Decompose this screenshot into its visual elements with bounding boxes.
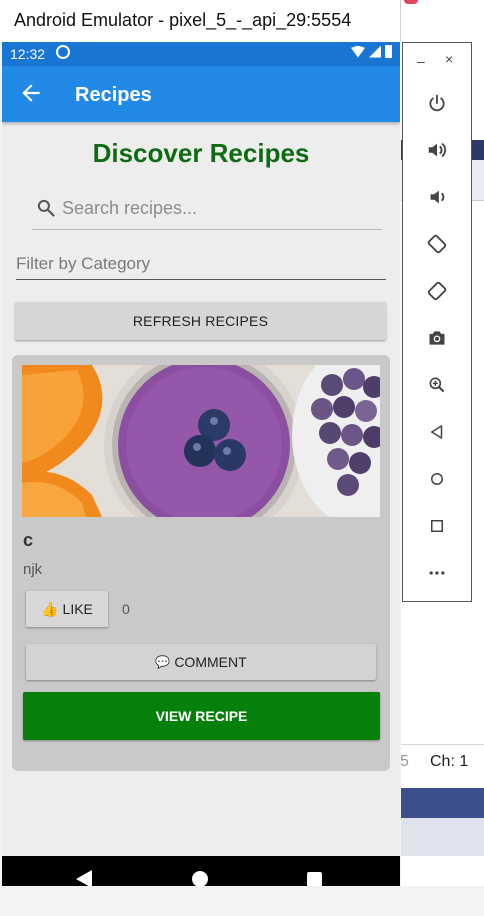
rotate-left-icon[interactable]	[425, 232, 449, 256]
view-recipe-button[interactable]: VIEW RECIPE	[23, 692, 380, 740]
zoom-icon[interactable]	[425, 373, 449, 397]
background-bottom	[400, 886, 484, 916]
nav-back-icon[interactable]	[76, 870, 92, 886]
nav-recents-icon[interactable]	[307, 872, 322, 886]
app-bar: Recipes	[2, 66, 400, 122]
recipe-card: c njk 👍 LIKE 0 💬 COMMENT VIEW RECIPE	[12, 355, 390, 771]
page-title: Discover Recipes	[92, 138, 310, 168]
app-bar-title: Recipes	[75, 84, 152, 106]
nav-home-icon[interactable]	[192, 871, 208, 886]
background-partial-text: 5	[400, 753, 409, 770]
battery-icon	[385, 45, 392, 58]
signal-icon	[369, 45, 381, 58]
recipe-name: c	[23, 530, 34, 550]
minimize-button[interactable]: –	[417, 53, 425, 69]
back-arrow-icon[interactable]	[18, 80, 44, 106]
like-label: LIKE	[62, 601, 93, 617]
background-red-control	[404, 0, 418, 4]
background-taskbar-band	[400, 788, 484, 818]
android-status-bar: 12:32	[2, 42, 400, 66]
refresh-recipes-button[interactable]: REFRESH RECIPES	[15, 302, 386, 340]
camera-icon[interactable]	[425, 326, 449, 350]
emulator-side-toolbar: – ×	[402, 42, 472, 602]
speech-bubble-icon: 💬	[155, 655, 171, 669]
emulator-title-bar[interactable]: Android Emulator - pixel_5_-_api_29:5554	[0, 0, 401, 42]
more-icon[interactable]	[425, 561, 449, 585]
category-filter-picker[interactable]: Filter by Category	[16, 250, 386, 280]
emulator-window: Android Emulator - pixel_5_-_api_29:5554…	[0, 0, 401, 916]
rotate-right-icon[interactable]	[425, 279, 449, 303]
like-count: 0	[122, 601, 130, 617]
recipe-description: njk	[23, 561, 43, 578]
status-time: 12:32	[10, 46, 46, 62]
sync-icon	[56, 45, 70, 59]
comment-label: COMMENT	[174, 654, 247, 670]
comment-button[interactable]: 💬 COMMENT	[26, 644, 376, 680]
phone-screen: 12:32 Recipes Discover Recipes Filter by	[2, 42, 400, 886]
overview-icon[interactable]	[425, 514, 449, 538]
background-status-bar: 5 Ch: 1	[400, 744, 484, 778]
recipe-image[interactable]	[22, 365, 380, 517]
status-icons	[351, 45, 392, 58]
search-bar[interactable]	[32, 192, 382, 230]
back-icon[interactable]	[425, 420, 449, 444]
close-button[interactable]: ×	[445, 51, 453, 67]
volume-down-icon[interactable]	[425, 185, 449, 209]
background-channel-text: Ch: 1	[430, 753, 469, 770]
thumbs-up-icon: 👍	[41, 600, 59, 617]
background-taskbar-panel	[400, 818, 484, 856]
smoothie-image	[22, 365, 380, 517]
power-icon[interactable]	[425, 91, 449, 115]
android-nav-bar	[2, 856, 400, 886]
emulator-title: Android Emulator - pixel_5_-_api_29:5554	[14, 10, 352, 30]
volume-up-icon[interactable]	[425, 138, 449, 162]
category-filter-label: Filter by Category	[16, 254, 151, 273]
like-button[interactable]: 👍 LIKE	[26, 591, 108, 627]
home-icon[interactable]	[425, 467, 449, 491]
wifi-icon	[351, 45, 365, 58]
search-input[interactable]	[62, 198, 372, 219]
search-icon	[37, 199, 55, 217]
